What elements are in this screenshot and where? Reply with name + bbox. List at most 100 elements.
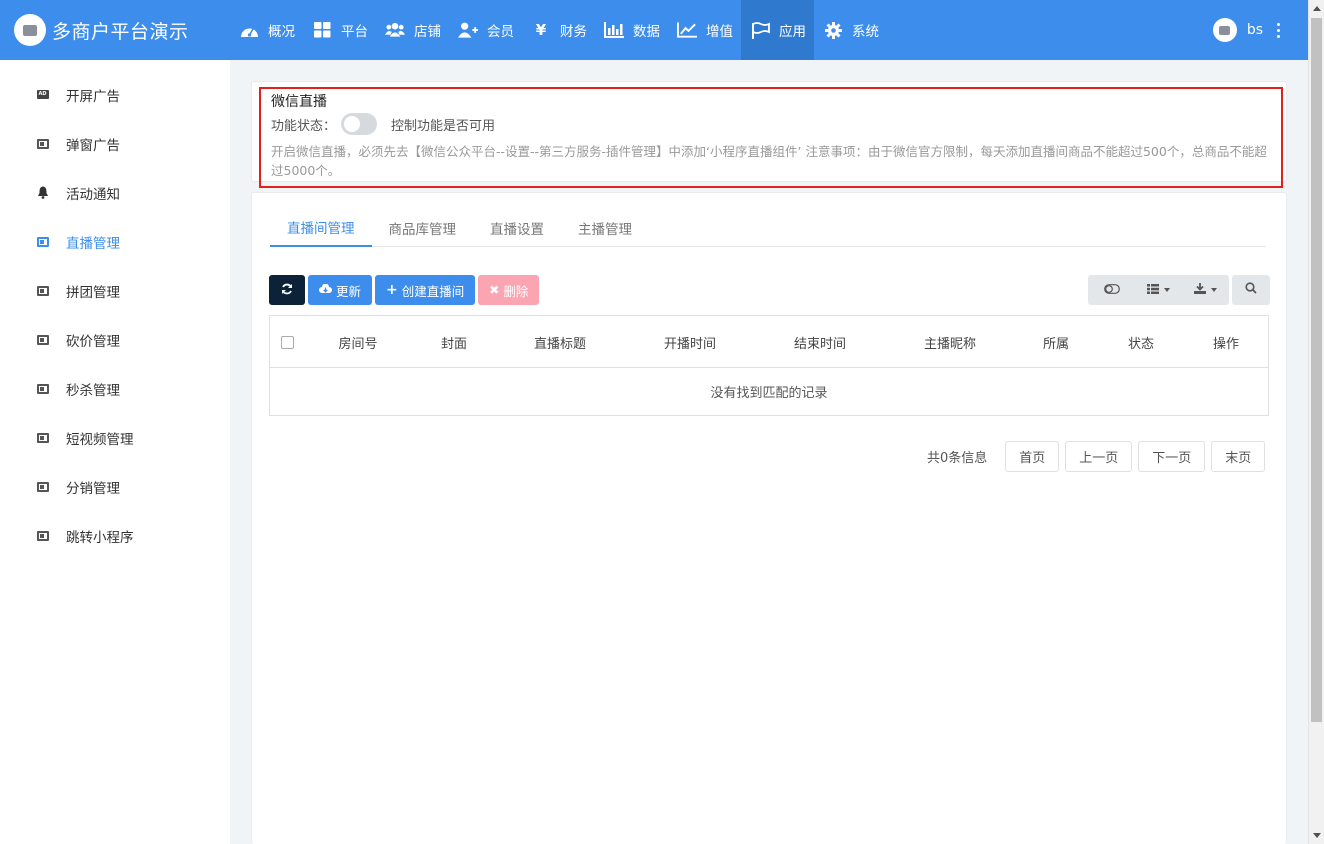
columns-dropdown[interactable] xyxy=(1135,275,1182,305)
toggle-view-button[interactable] xyxy=(1088,275,1135,305)
next-page-button[interactable]: 下一页 xyxy=(1138,441,1206,472)
nav-label: 增值 xyxy=(706,24,733,40)
sidebar-item-distribution[interactable]: 分销管理 xyxy=(0,462,230,511)
nav-item-system[interactable]: 系统 xyxy=(814,0,887,60)
sidebar-item-group-buy[interactable]: 拼团管理 xyxy=(0,266,230,315)
chevron-down-icon xyxy=(1211,288,1217,292)
nav-label: 财务 xyxy=(560,24,587,40)
nav-item-overview[interactable]: 概况 xyxy=(230,0,303,60)
sidebar-item-label: 分销管理 xyxy=(66,480,120,497)
app-icon xyxy=(36,138,49,149)
sidebar-item-label: 砍价管理 xyxy=(66,333,120,350)
table-header: 房间号 封面 直播标题 开播时间 结束时间 主播昵称 所属 状态 操作 xyxy=(270,316,1268,368)
toolbar: 更新 + 创建直播间 ✖ 删除 xyxy=(269,275,540,305)
export-dropdown[interactable] xyxy=(1182,275,1229,305)
column-header[interactable]: 所属 xyxy=(1016,316,1096,368)
sidebar-item-popup-ad[interactable]: 弹窗广告 xyxy=(0,119,230,168)
pagination: 共0条信息 首页 上一页 下一页 末页 xyxy=(927,441,1271,472)
scroll-up-icon[interactable] xyxy=(1313,6,1321,11)
status-row: 功能状态： 控制功能是否可用 xyxy=(271,113,495,135)
column-header[interactable]: 房间号 xyxy=(310,316,406,368)
flag-icon xyxy=(750,21,770,39)
sidebar-item-activity-notice[interactable]: 活动通知 xyxy=(0,168,230,217)
app-icon xyxy=(36,530,49,541)
app-icon xyxy=(36,236,49,247)
user-name[interactable]: bs xyxy=(1247,22,1263,38)
plus-icon: + xyxy=(386,282,398,298)
nav-label: 平台 xyxy=(341,24,368,40)
brand[interactable]: 多商户平台演示 xyxy=(0,0,230,60)
tab-anchors[interactable]: 主播管理 xyxy=(561,209,649,247)
download-icon xyxy=(1194,283,1206,297)
avatar[interactable] xyxy=(1212,18,1237,42)
main-menu: 概况 平台 店铺 会员 ¥ 财务 数据 增值 应用 系统 xyxy=(230,0,887,60)
app-icon xyxy=(36,285,49,296)
dashboard-icon xyxy=(239,21,259,39)
column-header[interactable]: 状态 xyxy=(1100,316,1182,368)
nav-item-data[interactable]: 数据 xyxy=(595,0,668,60)
delete-button[interactable]: ✖ 删除 xyxy=(478,275,540,305)
nav-label: 应用 xyxy=(779,24,806,40)
nav-label: 数据 xyxy=(633,24,660,40)
update-button[interactable]: 更新 xyxy=(308,275,373,305)
column-header[interactable]: 封面 xyxy=(406,316,502,368)
column-header[interactable]: 主播昵称 xyxy=(884,316,1016,368)
sidebar-item-splash-ad[interactable]: AD 开屏广告 xyxy=(0,70,230,119)
column-header[interactable]: 结束时间 xyxy=(754,316,886,368)
nav-item-store[interactable]: 店铺 xyxy=(376,0,449,60)
checkbox[interactable] xyxy=(280,335,294,349)
create-label: 创建直播间 xyxy=(401,283,465,299)
nav-item-finance[interactable]: ¥ 财务 xyxy=(522,0,595,60)
create-live-room-button[interactable]: + 创建直播间 xyxy=(375,275,476,305)
app-icon xyxy=(36,481,49,492)
brand-title: 多商户平台演示 xyxy=(52,20,189,43)
nav-label: 概况 xyxy=(268,24,295,40)
brand-logo xyxy=(14,14,46,46)
live-room-table: 房间号 封面 直播标题 开播时间 结束时间 主播昵称 所属 状态 操作 没有找到… xyxy=(269,315,1269,416)
search-button[interactable] xyxy=(1232,275,1270,305)
nav-item-member[interactable]: 会员 xyxy=(449,0,522,60)
column-header[interactable]: 直播标题 xyxy=(502,316,618,368)
tab-live-settings[interactable]: 直播设置 xyxy=(473,209,561,247)
prev-page-button[interactable]: 上一页 xyxy=(1065,441,1133,472)
tab-live-rooms[interactable]: 直播间管理 xyxy=(270,209,372,247)
delete-label: 删除 xyxy=(503,283,529,299)
app-icon xyxy=(36,334,49,345)
sidebar-item-label: 直播管理 xyxy=(66,235,120,252)
list-icon xyxy=(1147,283,1159,297)
sidebar-item-live[interactable]: 直播管理 xyxy=(0,217,230,266)
tab-product-library[interactable]: 商品库管理 xyxy=(372,209,474,247)
nav-item-value-added[interactable]: 增值 xyxy=(668,0,741,60)
last-page-button[interactable]: 末页 xyxy=(1211,441,1266,472)
gear-icon xyxy=(823,21,843,39)
user-menu[interactable]: bs xyxy=(1212,0,1280,60)
cloud-download-icon xyxy=(319,283,332,297)
yen-icon: ¥ xyxy=(535,21,547,39)
feature-toggle[interactable] xyxy=(341,113,378,135)
refresh-button[interactable] xyxy=(269,275,305,305)
sidebar-item-mini-program[interactable]: 跳转小程序 xyxy=(0,511,230,560)
toggle-description: 控制功能是否可用 xyxy=(391,118,496,134)
sidebar-item-flash-sale[interactable]: 秒杀管理 xyxy=(0,364,230,413)
sidebar-item-label: 秒杀管理 xyxy=(66,382,120,399)
sidebar-item-bargain[interactable]: 砍价管理 xyxy=(0,315,230,364)
bell-icon xyxy=(36,186,49,199)
vertical-scrollbar[interactable] xyxy=(1308,0,1324,844)
sidebar-item-short-video[interactable]: 短视频管理 xyxy=(0,413,230,462)
column-header[interactable]: 操作 xyxy=(1184,316,1268,368)
scrollbar-thumb[interactable] xyxy=(1311,18,1322,722)
close-icon: ✖ xyxy=(489,283,500,297)
nav-item-apps[interactable]: 应用 xyxy=(741,0,814,60)
column-header[interactable]: 开播时间 xyxy=(624,316,756,368)
ad-icon: AD xyxy=(36,90,49,99)
bar-chart-icon xyxy=(604,21,624,39)
app-icon xyxy=(36,383,49,394)
search-icon xyxy=(1245,282,1257,298)
select-all-checkbox[interactable] xyxy=(280,316,294,368)
scroll-down-icon[interactable] xyxy=(1313,833,1321,838)
nav-label: 会员 xyxy=(487,24,514,40)
first-page-button[interactable]: 首页 xyxy=(1005,441,1060,472)
more-vertical-icon[interactable] xyxy=(1277,22,1280,38)
chevron-down-icon xyxy=(1164,288,1170,292)
nav-item-platform[interactable]: 平台 xyxy=(303,0,376,60)
